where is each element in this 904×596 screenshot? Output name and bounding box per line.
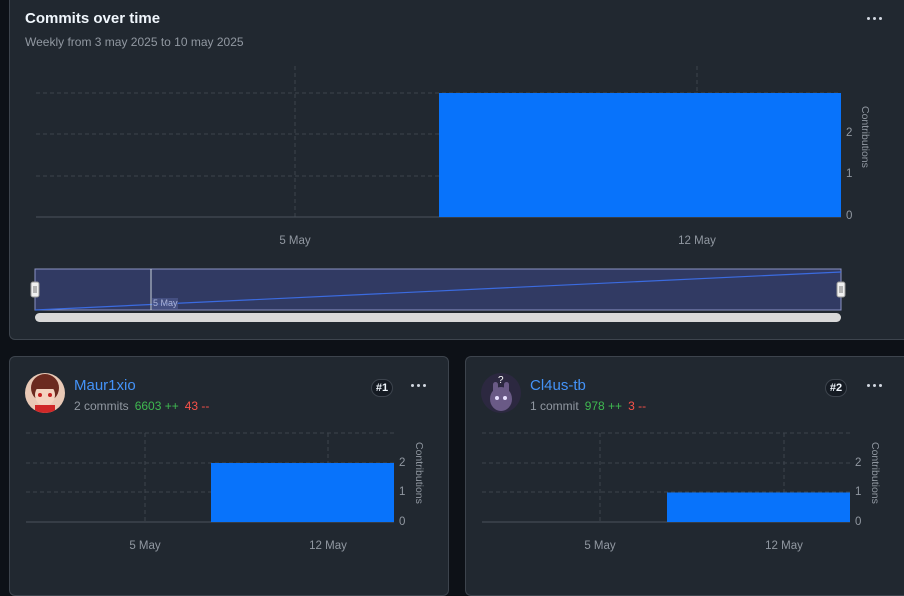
bar-12-may[interactable]	[667, 492, 850, 523]
card2-x-tick-5-may: 5 May	[584, 540, 616, 552]
card2-y-tick-2: 2	[855, 457, 861, 469]
card2-y-tick-0: 0	[855, 516, 861, 528]
card2-y-tick-1: 1	[855, 486, 861, 498]
card2-chart-bars	[667, 492, 850, 523]
card2-x-tick-12-may: 12 May	[765, 540, 803, 552]
card2-y-axis-label: Contributions	[869, 442, 881, 504]
contributor-chart-cl4us-tb: 0 1 2 Contributions 5 May 12 May	[482, 432, 881, 552]
